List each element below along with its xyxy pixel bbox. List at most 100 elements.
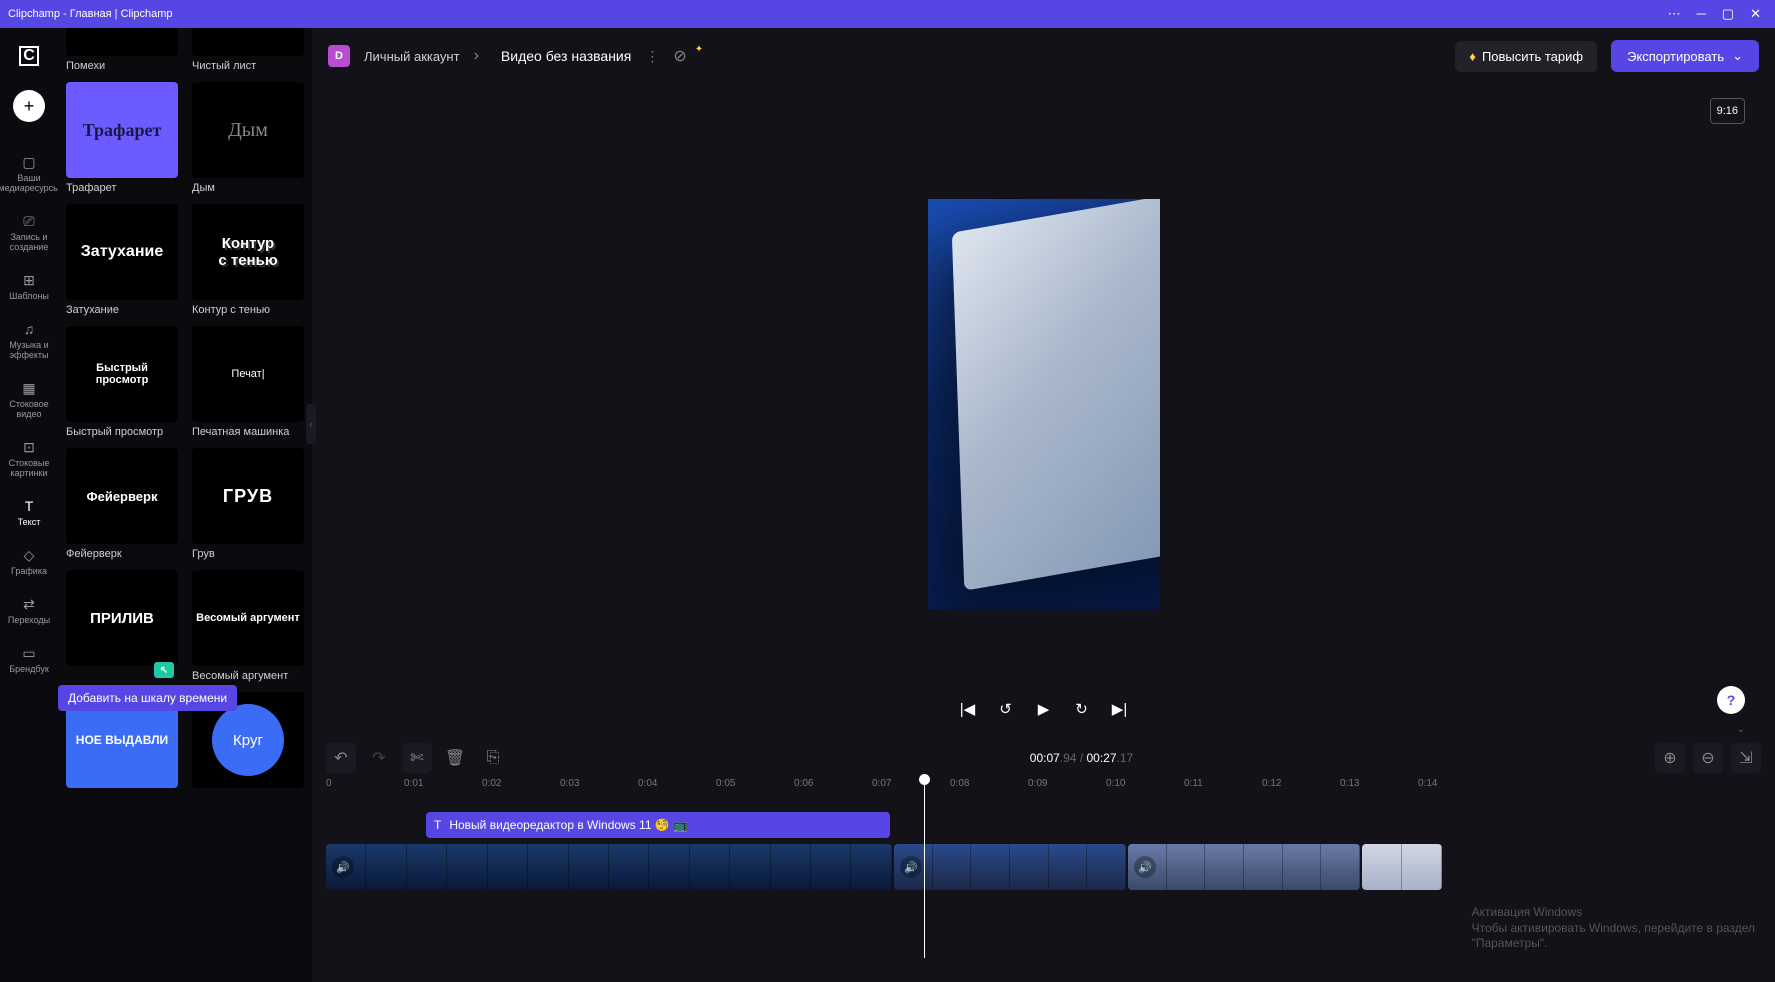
collapse-panel-handle[interactable]: ‹ — [306, 404, 316, 444]
template-thumb: Печат| — [192, 326, 304, 422]
nav-graphics[interactable]: ◇Графика — [1, 541, 57, 582]
mute-icon[interactable]: 🔊 — [1134, 856, 1156, 878]
nav-brand[interactable]: ▭Брендбук — [1, 639, 57, 680]
more-vertical-icon[interactable]: ⋮ — [645, 48, 659, 65]
account-avatar[interactable]: D — [328, 45, 350, 67]
template-thumb: ПРИЛИВ↖ — [66, 570, 178, 666]
video-clip[interactable]: 🔊 — [894, 844, 1126, 890]
video-clip[interactable]: 🔊 — [1128, 844, 1360, 890]
playhead[interactable] — [924, 778, 925, 958]
nav-record[interactable]: ⎚Запись и создание — [1, 207, 57, 258]
play-icon[interactable]: ▶ — [1034, 700, 1054, 718]
add-button[interactable]: + — [13, 90, 45, 122]
rewind-icon[interactable]: ↺ — [996, 700, 1016, 718]
app-logo[interactable]: C — [15, 42, 43, 70]
ruler-tick: 0:06 — [794, 778, 872, 802]
fit-button[interactable]: ⇲ — [1731, 743, 1761, 773]
undo-button[interactable]: ↶ — [326, 743, 356, 773]
ruler-tick: 0:14 — [1418, 778, 1496, 802]
template-thumb: Трафарет — [66, 82, 178, 178]
timeline-ruler[interactable]: 0 0:01 0:02 0:03 0:04 0:05 0:06 0:07 0:0… — [312, 778, 1775, 802]
project-title[interactable]: Видео без названия — [501, 48, 631, 64]
mute-icon[interactable]: 🔊 — [900, 856, 922, 878]
duplicate-button[interactable]: ⎘ — [478, 743, 508, 773]
template-item[interactable]: ФейерверкФейерверк — [66, 448, 178, 560]
template-item[interactable]: Помехи — [66, 28, 178, 72]
minimize-icon[interactable]: ─ — [1697, 6, 1706, 22]
zoom-out-button[interactable]: ⊖ — [1693, 743, 1723, 773]
template-item[interactable]: Контур с теньюКонтур с тенью — [192, 204, 304, 316]
template-item[interactable]: ДымДым — [192, 82, 304, 194]
template-thumb: ГРУВ — [192, 448, 304, 544]
add-to-timeline-tooltip: Добавить на шкалу времени — [58, 685, 237, 711]
export-button[interactable]: Экспортировать⌄ — [1611, 40, 1759, 72]
nav-transitions[interactable]: ⇄Переходы — [1, 590, 57, 631]
forward-icon[interactable]: ↻ — [1072, 700, 1092, 718]
cut-button[interactable]: ✄ — [402, 743, 432, 773]
preview-area: ‹ 9:16 |◀ ↺ ▶ ↻ ▶| ? — [312, 84, 1775, 724]
template-item[interactable]: Весомый аргумент Весомый аргумент — [192, 570, 304, 682]
ruler-tick: 0 — [326, 778, 404, 802]
delete-button[interactable]: 🗑 — [440, 743, 470, 773]
template-item[interactable]: ТрафаретТрафарет — [66, 82, 178, 194]
ruler-tick: 0:05 — [716, 778, 794, 802]
nav-stock-image[interactable]: ⊡Стоковые картинки — [1, 433, 57, 484]
time-display: 00:07.94 / 00:27.17 — [516, 751, 1647, 765]
template-item[interactable]: Затухание Затухание — [66, 204, 178, 316]
text-templates-grid: Помехи Чистый лист ТрафаретТрафарет ДымД… — [66, 28, 304, 788]
nav-media[interactable]: ▢Ваши медиаресурсы — [1, 148, 57, 199]
template-thumb: Весомый аргумент — [192, 570, 304, 666]
side-panel: Помехи Чистый лист ТрафаретТрафарет ДымД… — [58, 28, 312, 982]
folder-icon: ▢ — [20, 154, 38, 170]
maximize-icon[interactable]: ▢ — [1722, 6, 1734, 22]
nav-music[interactable]: ♫Музыка и эффекты — [1, 315, 57, 366]
cloud-off-icon[interactable]: ⊘ — [673, 46, 686, 66]
ruler-tick: 0:01 — [404, 778, 482, 802]
camera-icon: ⎚ — [20, 213, 38, 229]
nav-text[interactable]: TТекст — [1, 492, 57, 533]
collapse-timeline-icon[interactable]: ⌄ — [312, 724, 1775, 738]
ruler-tick: 0:03 — [560, 778, 638, 802]
ruler-tick: 0:02 — [482, 778, 560, 802]
template-thumb — [66, 28, 178, 56]
template-item[interactable]: Печат| Печатная машинка — [192, 326, 304, 438]
nav-stock-video[interactable]: ▦Стоковое видео — [1, 374, 57, 425]
help-button[interactable]: ? — [1717, 686, 1745, 714]
template-label: Затухание — [66, 304, 178, 316]
nav-templates[interactable]: ⊞Шаблоны — [1, 266, 57, 307]
skip-end-icon[interactable]: ▶| — [1110, 700, 1130, 718]
skip-start-icon[interactable]: |◀ — [958, 700, 978, 718]
template-label: Контур с тенью — [192, 304, 304, 316]
ruler-tick: 0:10 — [1106, 778, 1184, 802]
mute-icon[interactable]: 🔊 — [332, 856, 354, 878]
template-thumb: Затухание — [66, 204, 178, 300]
text-clip[interactable]: T Новый видеоредактор в Windows 11 🧐 📺 — [426, 812, 890, 838]
template-item[interactable]: ПРИЛИВ↖Прилив — [66, 570, 178, 682]
windows-activation-watermark: Активация Windows Чтобы активировать Win… — [1472, 905, 1755, 952]
video-preview[interactable] — [928, 199, 1160, 609]
video-clip[interactable] — [1362, 844, 1442, 890]
template-label: Весомый аргумент — [192, 670, 304, 682]
template-item[interactable]: Чистый лист — [192, 28, 304, 72]
ruler-tick: 0:13 — [1340, 778, 1418, 802]
template-thumb: Дым — [192, 82, 304, 178]
grid-icon: ⊞ — [20, 272, 38, 288]
more-icon[interactable]: ⋯ — [1668, 6, 1681, 22]
text-icon: T — [20, 498, 38, 514]
template-item[interactable]: ГРУВГрув — [192, 448, 304, 560]
template-item[interactable]: Быстрый просмотрБыстрый просмотр — [66, 326, 178, 438]
aspect-ratio-chip[interactable]: 9:16 — [1710, 98, 1745, 124]
diamond-icon: ♦ — [1469, 49, 1476, 64]
text-clip-label: Новый видеоредактор в Windows 11 🧐 📺 — [449, 818, 688, 832]
zoom-in-button[interactable]: ⊕ — [1655, 743, 1685, 773]
template-label: Печатная машинка — [192, 426, 304, 438]
redo-button[interactable]: ↷ — [364, 743, 394, 773]
upgrade-button[interactable]: ♦Повысить тариф — [1455, 41, 1597, 72]
video-clip[interactable]: 🔊 — [326, 844, 892, 890]
text-icon: T — [434, 818, 441, 832]
close-icon[interactable]: ✕ — [1750, 6, 1761, 22]
template-thumb — [192, 28, 304, 56]
timeline-tracks[interactable]: T Новый видеоредактор в Windows 11 🧐 📺 🔊… — [312, 802, 1775, 982]
account-label[interactable]: Личный аккаунт — [364, 49, 460, 64]
main-area: D Личный аккаунт › Видео без названия ⋮ … — [312, 28, 1775, 982]
